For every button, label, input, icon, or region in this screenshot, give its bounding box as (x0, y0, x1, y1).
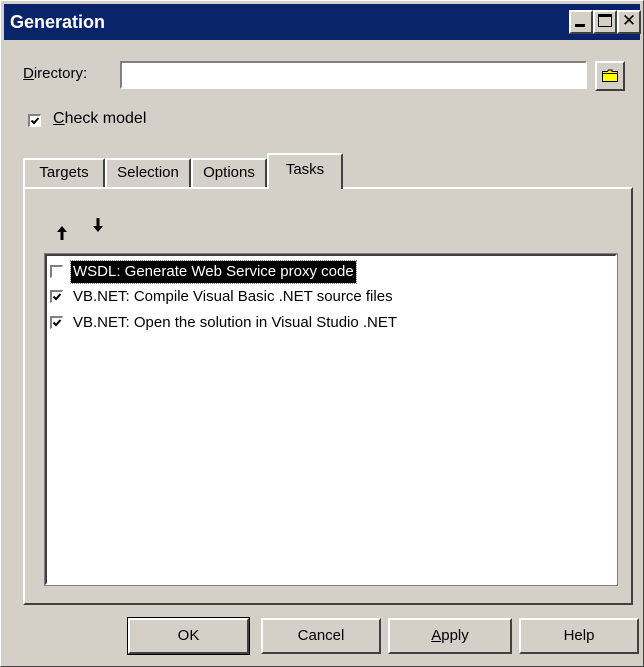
task-label: VB.NET: Open the solution in Visual Stud… (73, 314, 398, 331)
checkmark-icon (52, 293, 62, 301)
task-label: WSDL: Generate Web Service proxy code (70, 260, 357, 284)
ok-button[interactable]: OK (127, 617, 250, 655)
directory-label-accel: D (23, 65, 34, 82)
apply-button-accel: A (431, 627, 442, 644)
window-title: Generation (10, 12, 106, 32)
folder-icon (602, 69, 618, 82)
maximize-button[interactable] (593, 10, 617, 34)
move-down-button[interactable] (89, 215, 107, 237)
minimize-button[interactable] (569, 10, 593, 34)
check-model-label-accel: C (53, 110, 65, 127)
task-checkbox[interactable] (50, 316, 63, 329)
task-list[interactable]: WSDL: Generate Web Service proxy code VB… (44, 253, 618, 586)
generation-dialog: Generation ✕ Directory: Check model Targ… (0, 0, 644, 667)
title-bar[interactable]: Generation ✕ (4, 4, 641, 40)
task-item-wsdl-proxy[interactable]: WSDL: Generate Web Service proxy code (49, 260, 609, 284)
browse-directory-button[interactable] (595, 61, 625, 91)
task-item-vbnet-compile[interactable]: VB.NET: Compile Visual Basic .NET source… (49, 286, 609, 308)
apply-button-rest: pply (441, 627, 469, 644)
task-label: VB.NET: Compile Visual Basic .NET source… (73, 288, 393, 305)
directory-input[interactable] (120, 61, 587, 89)
help-button[interactable]: Help (519, 618, 639, 654)
directory-label: Directory: (23, 65, 87, 82)
tab-selection[interactable]: Selection (105, 158, 191, 188)
apply-button[interactable]: Apply (388, 618, 512, 654)
checkmark-icon (52, 319, 62, 327)
task-checkbox[interactable] (50, 290, 63, 303)
task-item-vbnet-open-solution[interactable]: VB.NET: Open the solution in Visual Stud… (49, 312, 609, 334)
arrow-down-icon (93, 218, 103, 232)
tab-tasks[interactable]: Tasks (267, 153, 343, 189)
move-up-button[interactable] (53, 223, 71, 245)
task-checkbox[interactable] (50, 265, 63, 278)
check-model-label[interactable]: Check model (53, 110, 146, 128)
minimize-icon (575, 24, 585, 27)
check-model-checkbox[interactable] (28, 114, 41, 127)
checkmark-icon (30, 117, 40, 125)
close-button[interactable]: ✕ (617, 10, 641, 34)
maximize-icon (598, 14, 612, 27)
tab-options[interactable]: Options (191, 158, 267, 188)
cancel-button[interactable]: Cancel (261, 618, 381, 654)
tab-targets[interactable]: Targets (23, 158, 105, 188)
arrow-up-icon (57, 226, 67, 240)
directory-label-rest: irectory: (33, 65, 88, 82)
close-icon: ✕ (621, 11, 637, 31)
check-model-label-rest: heck model (64, 110, 147, 127)
